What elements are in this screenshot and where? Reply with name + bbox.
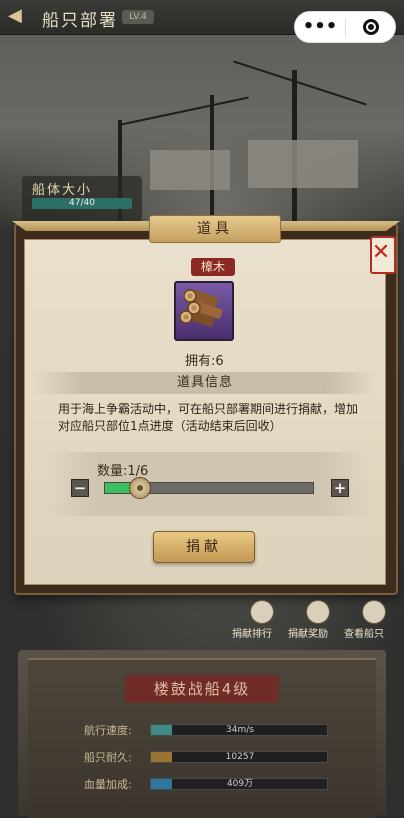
stat-row-hp-bonus: 血量加成: 409万 — [84, 777, 334, 791]
item-name-tag: 樟木 — [191, 258, 235, 276]
ranking-icon — [250, 600, 274, 624]
stat-bar: 34m/s — [150, 724, 328, 736]
donate-button[interactable]: 捐献 — [153, 531, 255, 563]
hull-size-panel: 船体大小 47/40 — [22, 176, 142, 222]
decrease-button[interactable]: − — [71, 479, 89, 497]
stat-value: 409万 — [226, 779, 254, 789]
back-arrow-icon[interactable]: ◀ — [8, 5, 22, 26]
reward-icon — [306, 600, 330, 624]
ship-icon — [362, 600, 386, 624]
stat-bar: 409万 — [150, 778, 328, 790]
increase-button[interactable]: + — [331, 479, 349, 497]
stat-row-durability: 船只耐久: 10257 — [84, 750, 334, 764]
stat-label: 航行速度: — [84, 724, 132, 737]
hull-progress-value: 47/40 — [69, 198, 95, 208]
stat-value: 34m/s — [226, 725, 254, 735]
side-buttons: 捐献排行 捐献奖励 查看船只 — [232, 598, 404, 642]
item-icon — [174, 281, 234, 341]
dialog-rail-right — [260, 221, 400, 231]
stat-label: 血量加成: — [84, 778, 132, 791]
quantity-slider-knob[interactable] — [129, 477, 151, 499]
dialog-title: 道具 — [149, 215, 281, 243]
stat-row-speed: 航行速度: 34m/s — [84, 723, 334, 737]
stat-label: 船只耐久: — [84, 751, 132, 764]
more-options-icon[interactable]: ••• — [295, 14, 345, 40]
dialog-close-button[interactable]: ✕ — [366, 232, 396, 278]
close-icon: ✕ — [371, 240, 391, 265]
view-ship-label: 查看船只 — [344, 629, 384, 640]
ship-sail — [248, 140, 358, 188]
page-title: 船只部署 — [42, 11, 118, 31]
item-description: 用于海上争霸活动中，可在船只部署期间进行捐献，增加对应船只部位1点进度（活动结束… — [58, 402, 359, 433]
dialog-rail-left — [12, 221, 152, 231]
target-icon — [362, 19, 379, 35]
stat-value: 10257 — [225, 752, 255, 762]
close-program-button[interactable] — [346, 19, 395, 35]
level-badge: LV.4 — [122, 10, 154, 24]
item-info-header: 道具信息 — [34, 372, 376, 394]
quantity-slider[interactable] — [104, 477, 314, 499]
view-ship-button[interactable]: 查看船只 — [344, 598, 400, 642]
hull-size-label: 船体大小 — [32, 183, 93, 198]
owned-count: 拥有:6 — [185, 354, 224, 369]
donate-reward-button[interactable]: 捐献奖励 — [288, 598, 344, 642]
log-bundle-icon — [179, 289, 223, 327]
mini-program-capsule: ••• — [294, 11, 396, 43]
stat-bar: 10257 — [150, 751, 328, 763]
hull-progress-bar: 47/40 — [32, 198, 132, 209]
ship-level-title: 楼鼓战船4级 — [125, 675, 279, 703]
donate-ranking-button[interactable]: 捐献排行 — [232, 598, 288, 642]
ship-sail — [150, 150, 230, 190]
